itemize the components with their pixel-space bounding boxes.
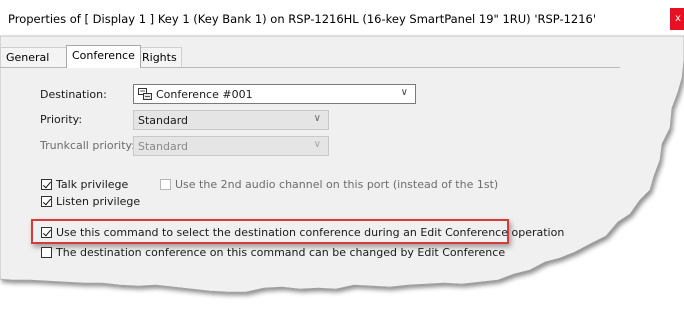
window-title: Properties of [ Display 1 ] Key 1 (Key B… (8, 12, 597, 26)
tab-conference-label: Conference (72, 49, 135, 62)
tab-rights[interactable]: Rights (136, 47, 182, 67)
talk-privilege-label: Talk privilege (56, 178, 129, 191)
tab-rights-label: Rights (142, 51, 177, 64)
destination-changeable-checkbox[interactable] (41, 247, 52, 258)
close-icon: x (675, 13, 681, 24)
select-destination-label: Use this command to select the destinati… (56, 226, 565, 239)
trunkcall-priority-select: Standard ∨ (133, 136, 329, 156)
chevron-down-icon: ∨ (400, 87, 408, 98)
priority-label: Priority: (40, 113, 83, 126)
second-audio-channel-checkbox (160, 179, 171, 190)
tab-conference[interactable]: Conference (66, 45, 141, 68)
destination-select[interactable]: Conference #001 ∨ (133, 84, 416, 104)
trunkcall-priority-label: Trunkcall priority: (40, 139, 135, 152)
destination-changeable-label: The destination conference on this comma… (56, 246, 506, 259)
priority-value: Standard (138, 114, 189, 127)
destination-label: Destination: (40, 88, 107, 101)
trunkcall-priority-value: Standard (138, 140, 189, 153)
chevron-down-icon: ∨ (313, 113, 321, 124)
destination-value: Conference #001 (156, 88, 253, 101)
close-button[interactable]: x (670, 8, 684, 30)
priority-select[interactable]: Standard ∨ (133, 110, 329, 130)
tab-general[interactable]: General (0, 47, 68, 67)
listen-privilege-checkbox[interactable] (41, 196, 52, 207)
tab-general-label: General (6, 51, 50, 64)
conference-icon (138, 88, 152, 100)
select-destination-checkbox[interactable] (41, 227, 52, 238)
listen-privilege-label: Listen privilege (56, 195, 141, 208)
talk-privilege-checkbox[interactable] (41, 179, 52, 190)
second-audio-channel-label: Use the 2nd audio channel on this port (… (175, 178, 499, 191)
chevron-down-icon: ∨ (313, 139, 321, 150)
